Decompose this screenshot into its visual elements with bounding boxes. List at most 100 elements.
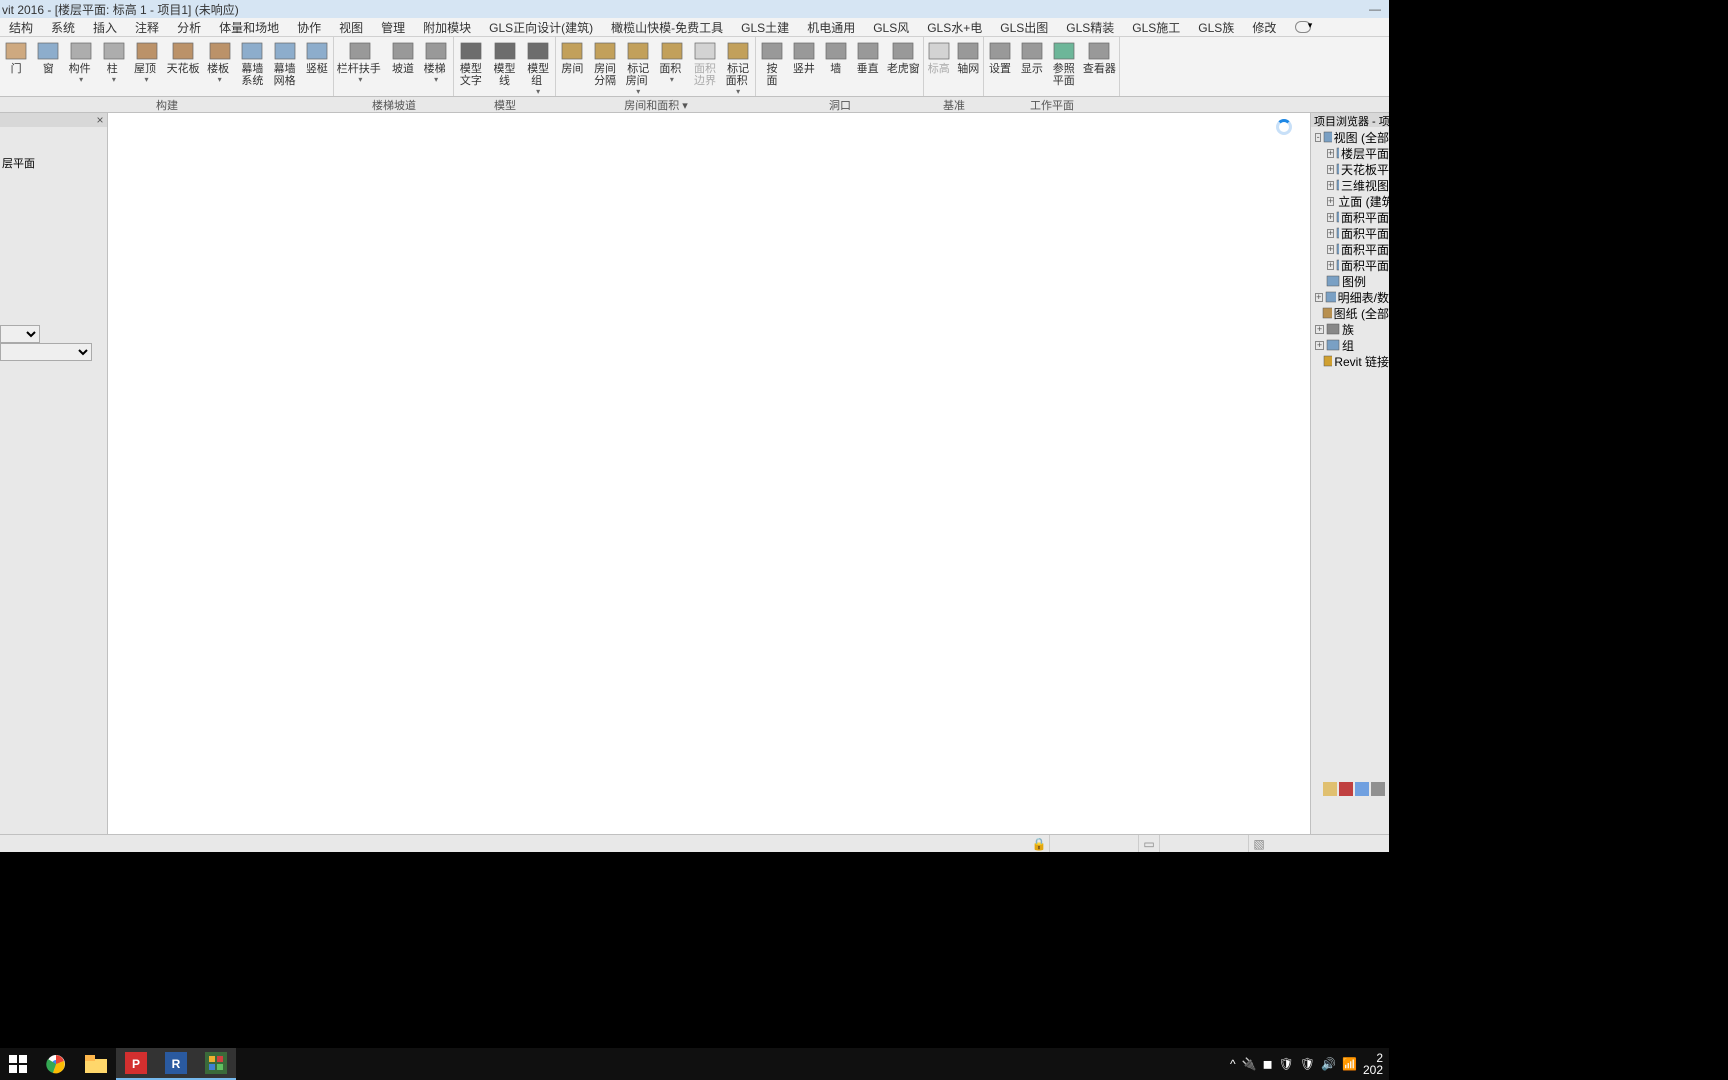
ribbon-button[interactable]: 模型 组 ▾ — [521, 37, 555, 98]
tree-item[interactable]: +面积平面 — [1315, 209, 1389, 225]
close-panel-button[interactable]: × — [93, 113, 107, 127]
ribbon-button[interactable]: 楼板 ▾ — [203, 37, 236, 96]
tree-item[interactable]: +立面 (建筑 — [1315, 193, 1389, 209]
menu-tab[interactable]: GLS出图 — [991, 17, 1057, 38]
menu-tab[interactable]: 管理 — [372, 17, 414, 38]
menu-tab[interactable]: GLS正向设计(建筑) — [480, 17, 602, 38]
tray-volume-icon[interactable]: 🔊 — [1321, 1057, 1336, 1071]
menu-tab[interactable]: GLS水+电 — [918, 17, 991, 38]
status-selector[interactable] — [1159, 835, 1249, 852]
ribbon-button[interactable]: 参照 平面 — [1048, 37, 1080, 96]
tree-item[interactable]: +面积平面 — [1315, 241, 1389, 257]
menu-tab[interactable]: 协作 — [288, 17, 330, 38]
ribbon-button[interactable]: 栏杆扶手 ▾ — [334, 37, 387, 96]
tree-expand-icon[interactable]: - — [1315, 133, 1321, 142]
ribbon-button[interactable]: 垂直 — [852, 37, 884, 96]
ribbon-button[interactable]: 屋顶 ▾ — [130, 37, 163, 96]
ribbon-button[interactable]: 门 — [0, 37, 32, 96]
ribbon-button[interactable]: 房间 分隔 — [589, 37, 622, 98]
tree-expand-icon[interactable]: + — [1327, 197, 1334, 206]
tray-shield-icon[interactable]: 🛡 — [1300, 1057, 1315, 1071]
start-button[interactable] — [0, 1048, 36, 1080]
tree-item[interactable]: +面积平面 — [1315, 225, 1389, 241]
filter-icon[interactable] — [1355, 782, 1369, 796]
tray-up-icon[interactable]: ^ — [1230, 1057, 1236, 1071]
ribbon-button[interactable]: 老虎窗 — [884, 37, 923, 96]
ribbon-button[interactable]: 幕墙 系统 — [236, 37, 268, 96]
tray-icon[interactable]: ◼ — [1263, 1057, 1273, 1071]
menu-tab[interactable]: GLS土建 — [732, 17, 798, 38]
tree-expand-icon[interactable]: + — [1315, 325, 1324, 334]
filter-icon[interactable] — [1323, 782, 1337, 796]
menu-tab[interactable]: 分析 — [168, 17, 210, 38]
ribbon-button[interactable]: 按 面 — [756, 37, 788, 96]
filter-icon[interactable] — [1339, 782, 1353, 796]
menu-tab[interactable]: GLS施工 — [1123, 17, 1189, 38]
menu-tab[interactable]: 修改 — [1243, 17, 1285, 38]
tree-item[interactable]: +天花板平 — [1315, 161, 1389, 177]
status-icon[interactable]: 🔒 — [1029, 837, 1049, 851]
ribbon-button[interactable]: 面积 ▾ — [655, 37, 689, 98]
tray-usb-icon[interactable]: 🔌 — [1242, 1057, 1257, 1071]
taskbar-clock[interactable]: 2202 — [1363, 1052, 1383, 1076]
tree-item[interactable]: 图纸 (全部 — [1315, 305, 1389, 321]
ribbon-button[interactable]: 幕墙 网格 — [268, 37, 300, 96]
menu-tab[interactable]: 系统 — [42, 17, 84, 38]
menu-tab[interactable]: GLS精装 — [1057, 17, 1123, 38]
ribbon-button[interactable]: 窗 — [32, 37, 64, 96]
menu-tab[interactable]: GLS风 — [864, 17, 918, 38]
drawing-canvas[interactable] — [108, 113, 1310, 834]
taskbar-explorer[interactable] — [76, 1048, 116, 1080]
type-selector[interactable] — [0, 325, 40, 343]
ribbon-button[interactable]: 标记 房间 ▾ — [621, 37, 655, 98]
menu-overflow-icon[interactable] — [1295, 21, 1311, 33]
ribbon-button[interactable]: 查看器 — [1080, 37, 1119, 96]
tree-item[interactable]: +族 — [1315, 321, 1389, 337]
ribbon-button[interactable]: 竖梃 — [301, 37, 333, 96]
tree-item[interactable]: -视图 (全部 — [1315, 129, 1389, 145]
tree-item[interactable]: +明细表/数 — [1315, 289, 1389, 305]
tree-expand-icon[interactable]: + — [1327, 149, 1334, 158]
ribbon-button[interactable]: 房间 — [556, 37, 589, 98]
menu-tab[interactable]: 结构 — [0, 17, 42, 38]
menu-tab[interactable]: 机电通用 — [798, 17, 864, 38]
ribbon-button[interactable]: 设置 — [984, 37, 1016, 96]
menu-tab[interactable]: 附加模块 — [414, 17, 480, 38]
ribbon-button[interactable]: 显示 — [1016, 37, 1048, 96]
tree-expand-icon[interactable]: + — [1327, 213, 1334, 222]
edit-type-selector[interactable] — [0, 343, 92, 361]
tree-expand-icon[interactable]: + — [1327, 261, 1334, 270]
tray-wifi-icon[interactable]: 📶 — [1342, 1057, 1357, 1071]
tree-item[interactable]: +楼层平面 — [1315, 145, 1389, 161]
taskbar-app[interactable]: P — [116, 1048, 156, 1080]
tree-expand-icon[interactable]: + — [1327, 165, 1334, 174]
menu-tab[interactable]: 橄榄山快模-免费工具 — [602, 17, 732, 38]
tree-expand-icon[interactable]: + — [1315, 293, 1323, 302]
menu-tab[interactable]: 视图 — [330, 17, 372, 38]
filter-icon[interactable] — [1371, 782, 1385, 796]
tray-icon[interactable]: 🛡 — [1279, 1057, 1294, 1071]
ribbon-button[interactable]: 模型 线 — [488, 37, 522, 98]
ribbon-button[interactable]: 构件 ▾ — [65, 37, 98, 96]
windows-taskbar[interactable]: P R ^ 🔌 ◼ 🛡 🛡 🔊 📶 2202 — [0, 1048, 1389, 1080]
tree-item[interactable]: 图例 — [1315, 273, 1389, 289]
taskbar-revit[interactable]: R — [156, 1048, 196, 1080]
tree-expand-icon[interactable]: + — [1327, 181, 1334, 190]
menu-tab[interactable]: GLS族 — [1189, 17, 1243, 38]
menu-tab[interactable]: 注释 — [126, 17, 168, 38]
ribbon-button[interactable]: 模型 文字 — [454, 37, 488, 98]
tree-expand-icon[interactable]: + — [1327, 245, 1334, 254]
ribbon-button[interactable]: 竖井 — [788, 37, 820, 96]
status-selector[interactable] — [1049, 835, 1139, 852]
tree-item[interactable]: Revit 链接 — [1315, 353, 1389, 369]
menu-tab[interactable]: 体量和场地 — [210, 17, 288, 38]
taskbar-chrome[interactable] — [36, 1048, 76, 1080]
status-icon[interactable]: ▭ — [1139, 837, 1159, 851]
tree-expand-icon[interactable]: + — [1315, 341, 1324, 350]
taskbar-app[interactable] — [196, 1048, 236, 1080]
system-tray[interactable]: ^ 🔌 ◼ 🛡 🛡 🔊 📶 2202 — [1230, 1052, 1389, 1076]
ribbon-button[interactable]: 墙 — [820, 37, 852, 96]
ribbon-button[interactable]: 柱 ▾ — [98, 37, 130, 96]
tree-item[interactable]: +组 — [1315, 337, 1389, 353]
ribbon-button[interactable]: 天花板 — [163, 37, 203, 96]
